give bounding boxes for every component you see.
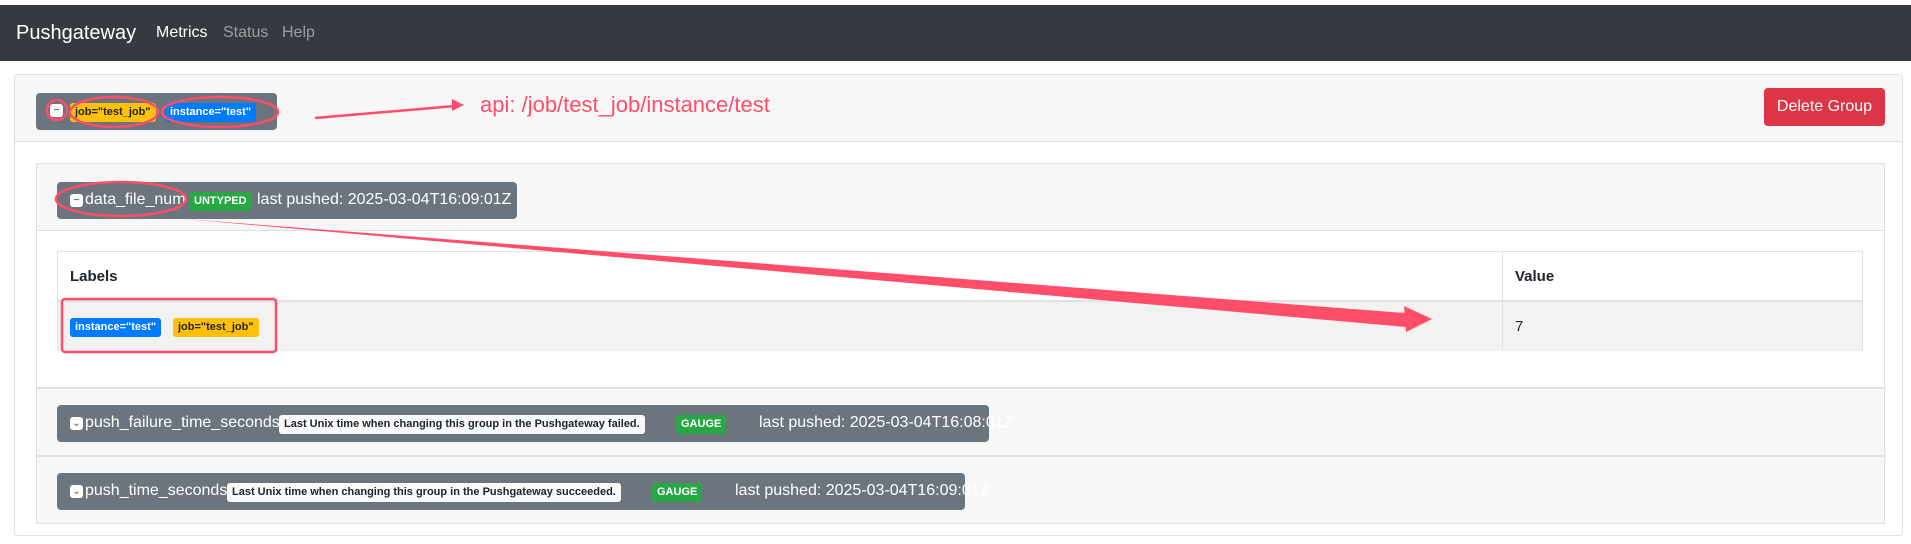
highlight-ellipse — [160, 95, 280, 129]
arrow-head — [1404, 306, 1432, 332]
highlight-ellipse — [54, 180, 188, 218]
annotation-overlay — [45, 95, 1432, 354]
highlight-rect — [60, 297, 278, 354]
arrow-shaft — [185, 219, 1406, 327]
highlight-ellipse — [45, 98, 69, 122]
arrow-head — [452, 99, 464, 111]
annotation-line — [314, 104, 456, 120]
highlight-ellipse — [68, 95, 160, 129]
